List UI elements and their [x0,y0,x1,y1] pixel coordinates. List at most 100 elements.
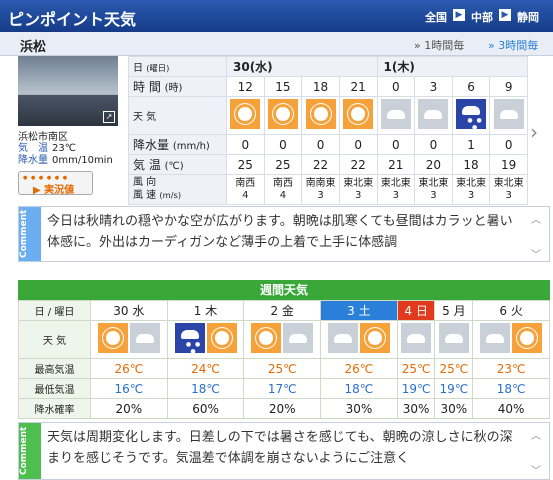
comment-box-today: Comment 今日は秋晴れの穏やかな空が広がります。朝晩は肌寒くても昼間はカラ… [18,206,550,262]
row-label-high: 最高気温 [18,358,91,379]
pop-cell: 20% [243,398,322,419]
sun-icon [230,99,261,129]
observed-rain: 降水量 0mm/10min [18,155,113,166]
week-weather-cell [320,320,398,359]
low-temp-cell: 18℃ [320,378,398,399]
week-day-cell: 5 月 [434,300,474,321]
chevron-up-icon[interactable]: ︿ [531,427,547,442]
rain-cell: 0 [226,134,265,155]
live-observation-button[interactable]: ● ● ● ● ● ● ▶ 実況値 [18,171,93,196]
live-camera-image[interactable]: ↗ [18,56,118,126]
row-label-time: 時 間 (時) [128,76,227,97]
sun-icon [206,323,237,353]
wind-cell: 東北東 3 [376,174,416,205]
comment-text: 天気は周期変化します。日差しの下では暑さを感じても、朝晩の涼しさに秋の深まりを感… [47,430,513,466]
week-day-cell: 1 木 [166,300,245,321]
comment-tag: Comment [19,207,41,261]
sun-icon [343,99,374,129]
pop-cell: 30% [396,398,436,419]
wind-direction: 東北東 [493,177,524,189]
day-1: 1(木) [376,56,528,77]
chevron-down-icon[interactable]: ﹀ [531,246,547,261]
week-day-cell: 30 水 [90,300,168,321]
weather-cell [376,96,416,135]
wind-direction: 南西 [272,177,293,189]
wind-cell: 東北東 3 [451,174,491,205]
wind-speed: 3 [505,189,512,201]
wind-speed: 4 [242,189,249,201]
wind-cell: 東北東 3 [489,174,528,205]
week-weather-cell [434,320,474,359]
cloud-icon [493,99,524,129]
wind-cell: 南西 4 [263,174,303,205]
low-temp-cell: 19℃ [434,378,474,399]
interval-3h-link[interactable]: » 3時間毎 [488,37,538,53]
cloud-icon [380,99,411,129]
hour-cell: 18 [301,76,340,97]
rain-icon: ● ● ● [456,99,487,131]
low-temp-cell: 19℃ [396,378,436,399]
temp-cell: 18 [451,154,491,175]
wind-direction: 東北東 [343,177,374,189]
week-weather-cell [243,320,322,359]
wind-direction: 東北東 [380,177,411,189]
high-temp-cell: 23℃ [472,358,550,379]
breadcrumb-shizuoka[interactable]: 静岡 [517,9,539,25]
cloud-icon [480,323,511,353]
comment-scroll[interactable]: ︿ ﹀ [531,427,547,477]
hour-cell: 12 [226,76,265,97]
temp-cell: 21 [376,154,416,175]
week-day-cell: 4 日 [396,300,436,321]
hour-cell: 15 [263,76,303,97]
breadcrumb-national[interactable]: 全国 [425,9,447,25]
pop-cell: 40% [472,398,550,419]
temp-cell: 25 [226,154,265,175]
chevron-right-icon: ▶ [499,9,511,21]
row-label-rain: 降水量 (mm/h) [128,134,227,155]
sun-icon [512,323,543,353]
temp-cell: 22 [338,154,378,175]
pop-cell: 20% [90,398,168,419]
wind-direction: 東北東 [456,177,487,189]
weather-cell: ● ● ● [451,96,491,135]
week-weather-cell [472,320,550,359]
observed-temp: 気 温 23℃ [18,143,76,154]
rain-icon: ● ● ● [174,323,205,355]
high-temp-cell: 24℃ [166,358,245,379]
week-day-cell: 3 土 [320,300,398,321]
cloud-icon [401,323,432,353]
wind-speed: 4 [279,189,287,201]
chevron-right-icon: ▶ [453,9,465,21]
sun-icon [251,323,282,353]
sun-icon [359,323,390,353]
high-temp-cell: 26℃ [90,358,168,379]
weather-cell [489,96,528,135]
weather-cell [414,96,453,135]
expand-icon[interactable]: ↗ [103,111,115,123]
comment-scroll[interactable]: ︿ ﹀ [531,211,547,261]
chevron-up-icon[interactable]: ︿ [531,211,547,226]
high-temp-cell: 25℃ [243,358,322,379]
row-label-date: 日 (曜日) [128,56,227,77]
hour-cell: 0 [376,76,416,97]
top-bar: ピンポイント天気 全国 ▶ 中部 ▶ 静岡 [0,0,553,32]
hour-cell: 9 [489,76,528,97]
interval-1h-link[interactable]: » 1時間毎 [414,37,464,53]
temp-cell: 19 [489,154,528,175]
wind-speed: 3 [355,189,362,201]
scroll-right-icon[interactable]: › [530,120,538,144]
low-temp-cell: 17℃ [243,378,322,399]
breadcrumb-chubu[interactable]: 中部 [471,9,493,25]
wind-speed: 3 [392,189,399,201]
row-label-temp: 気 温 (℃) [128,154,227,175]
chevron-down-icon[interactable]: ﹀ [531,462,547,477]
low-temp-cell: 18℃ [472,378,550,399]
wind-speed: 3 [317,189,324,201]
rain-cell: 0 [489,134,528,155]
weekly-forecast-table: 日 / 曜日 30 水1 木2 金3 土4 日5 月6 火 天 気 ● ● ● 最高… [18,300,550,419]
week-weather-cell [396,320,436,359]
day-30: 30(水) [226,56,378,77]
rain-cell: 0 [338,134,378,155]
low-temp-cell: 18℃ [166,378,245,399]
wind-direction: 南南東 [305,177,336,189]
